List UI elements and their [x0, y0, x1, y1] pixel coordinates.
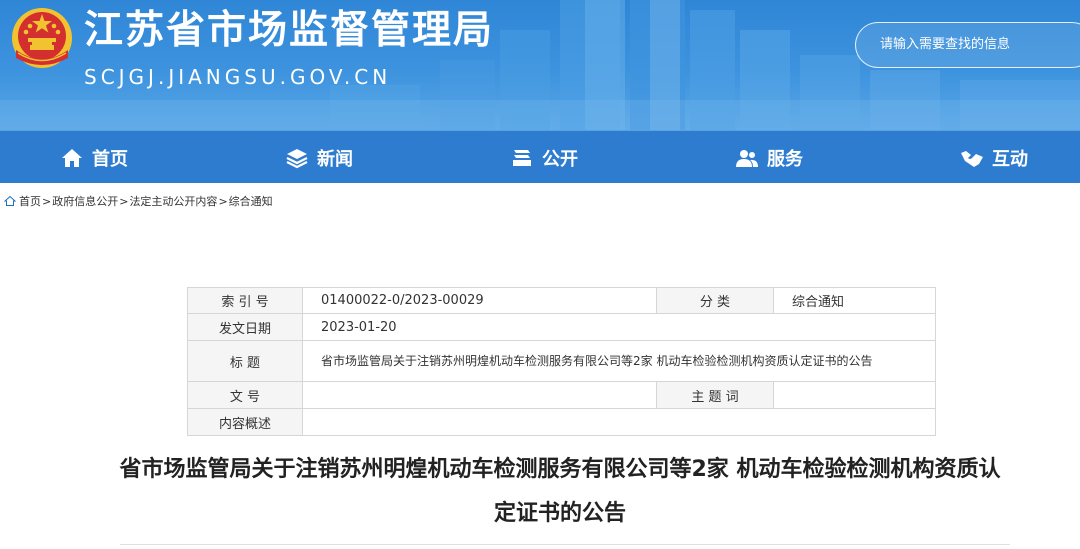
table-row: 标 题 省市场监管局关于注销苏州明煌机动车检测服务有限公司等2家 机动车检验检测… [187, 340, 936, 382]
breadcrumb-item-gov-info[interactable]: 政府信息公开 [52, 193, 118, 209]
breadcrumb-item-home[interactable]: 首页 [19, 193, 41, 209]
summary-value [302, 408, 936, 436]
breadcrumb-separator: > [42, 194, 52, 208]
date-label: 发文日期 [187, 313, 303, 341]
breadcrumb-separator: > [218, 194, 228, 208]
date-value: 2023-01-20 [302, 313, 936, 341]
document-info-table: 索 引 号 01400022-0/2023-00029 分 类 综合通知 发文日… [187, 287, 936, 436]
search-input[interactable]: 请输入需要查找的信息 [855, 22, 1080, 68]
nav-label: 首页 [92, 148, 128, 170]
category-value: 综合通知 [773, 287, 936, 314]
index-label: 索 引 号 [187, 287, 303, 314]
nav-label: 新闻 [317, 148, 353, 170]
title-value: 省市场监管局关于注销苏州明煌机动车检测服务有限公司等2家 机动车检验检测机构资质… [302, 340, 936, 382]
doc-number-value [302, 381, 657, 409]
divider [120, 544, 1010, 545]
category-label: 分 类 [656, 287, 774, 314]
breadcrumb: 首页 > 政府信息公开 > 法定主动公开内容 > 综合通知 [4, 193, 273, 209]
keywords-value [773, 381, 936, 409]
people-icon [736, 149, 758, 167]
nav-label: 服务 [767, 148, 803, 170]
index-value: 01400022-0/2023-00029 [302, 287, 657, 314]
table-row: 发文日期 2023-01-20 [187, 313, 936, 341]
nav-label: 公开 [542, 148, 578, 170]
national-emblem-icon [12, 8, 72, 68]
main-nav: 首页 新闻 公开 服务 互动 [0, 130, 1080, 183]
home-icon [62, 148, 82, 167]
nav-item-public[interactable]: 公开 [510, 131, 578, 184]
nav-item-service[interactable]: 服务 [735, 131, 803, 184]
site-title[interactable]: 江苏省市场监督管理局 [84, 6, 494, 56]
site-domain: SCJGJ.JIANGSU.GOV.CN [84, 65, 392, 89]
table-row: 索 引 号 01400022-0/2023-00029 分 类 综合通知 [187, 287, 936, 314]
home-icon [4, 195, 16, 206]
nav-item-interact[interactable]: 互动 [960, 131, 1028, 184]
stack-icon [513, 149, 531, 166]
breadcrumb-item-notice[interactable]: 综合通知 [229, 193, 273, 209]
breadcrumb-item-statutory[interactable]: 法定主动公开内容 [129, 193, 217, 209]
keywords-label: 主 题 词 [656, 381, 774, 409]
nav-item-news[interactable]: 新闻 [285, 131, 353, 184]
nav-label: 互动 [992, 148, 1028, 170]
layers-icon [286, 148, 308, 168]
doc-number-label: 文 号 [187, 381, 303, 409]
article-title: 省市场监管局关于注销苏州明煌机动车检测服务有限公司等2家 机动车检验检测机构资质… [119, 457, 1001, 526]
handshake-icon [961, 150, 983, 167]
table-row: 内容概述 [187, 408, 936, 436]
nav-item-home[interactable]: 首页 [60, 131, 128, 184]
title-label: 标 题 [187, 340, 303, 382]
table-row: 文 号 主 题 词 [187, 381, 936, 409]
summary-label: 内容概述 [187, 408, 303, 436]
breadcrumb-separator: > [119, 194, 129, 208]
site-header: 江苏省市场监督管理局 SCJGJ.JIANGSU.GOV.CN 请输入需要查找的… [0, 0, 1080, 130]
